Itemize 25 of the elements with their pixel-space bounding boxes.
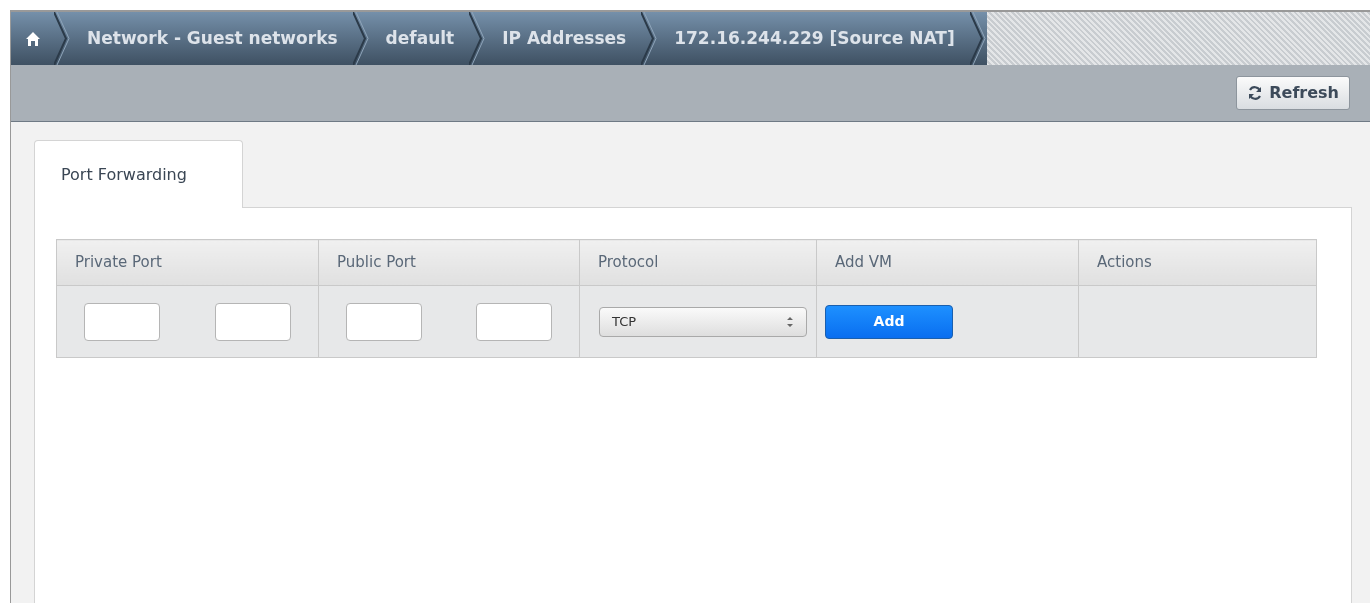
column-header: Actions <box>1078 239 1317 286</box>
breadcrumb-link[interactable]: default <box>369 12 471 65</box>
up-down-caret-icon <box>786 314 794 329</box>
refresh-icon <box>1247 85 1264 101</box>
protocol-select[interactable]: TCP <box>599 306 807 337</box>
port-input-field[interactable] <box>346 302 422 341</box>
chevron-separator-icon <box>54 12 72 65</box>
breadcrumb-link[interactable]: 172.16.244.229 [Source NAT] <box>658 12 971 65</box>
column-header: Public Port <box>318 239 580 286</box>
breadcrumb-link[interactable]: Network - Guest networks <box>71 12 354 65</box>
home-icon <box>25 30 41 47</box>
refresh-button[interactable]: Refresh <box>1236 76 1350 110</box>
add-button[interactable]: Add <box>825 304 953 339</box>
breadcrumb-link[interactable]: IP Addresses <box>486 12 643 65</box>
column-header: Private Port <box>56 239 319 286</box>
chevron-separator-icon <box>641 12 660 65</box>
chevron-separator-icon <box>352 12 371 65</box>
port-input-field[interactable] <box>84 302 161 341</box>
port-input-field[interactable] <box>214 302 291 341</box>
port-input-field[interactable] <box>476 302 552 341</box>
column-header: Add VM <box>816 239 1079 286</box>
tab[interactable]: Port Forwarding <box>34 140 243 208</box>
chevron-separator-icon <box>469 12 488 65</box>
chevron-separator-icon <box>969 12 988 65</box>
column-header: Protocol <box>579 239 817 286</box>
